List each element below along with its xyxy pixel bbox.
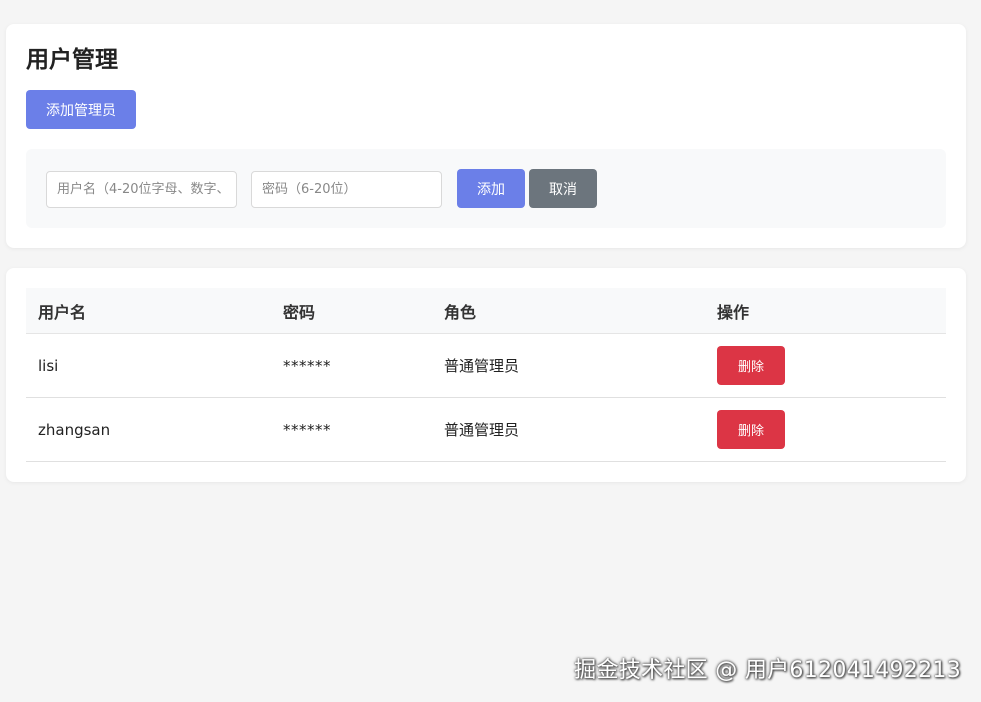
cell-role: 普通管理员 xyxy=(432,397,705,462)
add-admin-form: 添加 取消 xyxy=(26,149,946,228)
cell-password: ****** xyxy=(271,397,432,462)
cell-username: zhangsan xyxy=(26,397,271,462)
header-username: 用户名 xyxy=(26,288,271,334)
cancel-button[interactable]: 取消 xyxy=(529,169,597,208)
user-table: 用户名 密码 角色 操作 lisi ****** 普通管理员 删除 zhangs… xyxy=(26,288,946,462)
cell-role: 普通管理员 xyxy=(432,333,705,398)
delete-button[interactable]: 删除 xyxy=(717,410,785,449)
watermark: 掘金技术社区 @ 用户612041492213 xyxy=(574,658,961,683)
cell-actions: 删除 xyxy=(705,397,946,462)
username-input[interactable] xyxy=(46,171,237,208)
page-title: 用户管理 xyxy=(26,47,118,73)
table-header-row: 用户名 密码 角色 操作 xyxy=(26,288,946,334)
header-actions: 操作 xyxy=(705,288,946,334)
cell-username: lisi xyxy=(26,333,271,398)
submit-add-button[interactable]: 添加 xyxy=(457,169,525,208)
admin-form-card: 用户管理 添加管理员 添加 取消 xyxy=(6,24,966,248)
add-admin-button[interactable]: 添加管理员 xyxy=(26,90,136,129)
table-row: zhangsan ****** 普通管理员 删除 xyxy=(26,397,946,462)
cell-actions: 删除 xyxy=(705,333,946,398)
header-password: 密码 xyxy=(271,288,432,334)
header-role: 角色 xyxy=(432,288,705,334)
password-input[interactable] xyxy=(251,171,442,208)
delete-button[interactable]: 删除 xyxy=(717,346,785,385)
table-row: lisi ****** 普通管理员 删除 xyxy=(26,333,946,398)
user-table-card: 用户名 密码 角色 操作 lisi ****** 普通管理员 删除 zhangs… xyxy=(6,268,966,482)
cell-password: ****** xyxy=(271,333,432,398)
